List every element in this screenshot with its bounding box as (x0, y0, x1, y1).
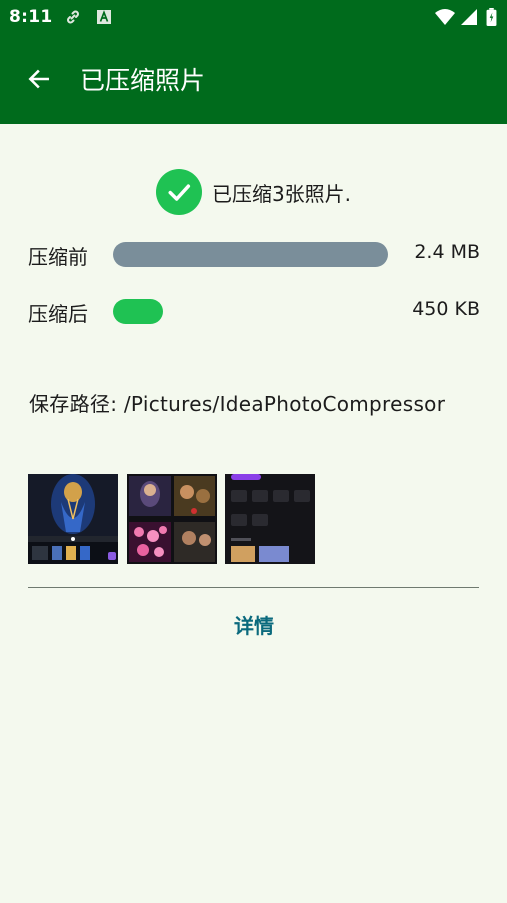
before-size-row: 压缩前 2.4 MB (28, 239, 480, 269)
app-bar: 已压缩照片 (0, 34, 507, 124)
details-button[interactable]: 详情 (203, 602, 305, 646)
after-size-value: 450 KB (412, 298, 480, 320)
check-circle-icon (155, 169, 202, 215)
after-label: 压缩后 (28, 302, 88, 326)
after-size-bar (113, 299, 163, 324)
arrow-left-icon (28, 69, 49, 89)
before-label: 压缩前 (28, 245, 88, 269)
after-size-row: 压缩后 450 KB (28, 296, 480, 326)
thumbnail-3[interactable] (225, 474, 315, 564)
back-button[interactable] (18, 58, 60, 100)
thumbnail-2[interactable] (127, 474, 217, 564)
signal-icon (461, 9, 477, 25)
compression-summary: 已压缩3张照片. (0, 168, 507, 216)
thumbnail-1[interactable] (28, 474, 118, 564)
main-content: 已压缩3张照片. 压缩前 2.4 MB 压缩后 450 KB 保存路径: /Pi… (0, 124, 507, 903)
a-box-icon (97, 10, 111, 24)
battery-icon (486, 8, 497, 26)
page-title: 已压缩照片 (80, 66, 206, 95)
save-path: 保存路径: /Pictures/IdeaPhotoCompressor (29, 392, 446, 416)
summary-message: 已压缩3张照片. (211, 181, 352, 206)
before-size-value: 2.4 MB (414, 241, 480, 263)
status-time: 8:11 (9, 7, 53, 27)
top-app-bar: 8:11 已压缩照片 (0, 0, 507, 124)
before-size-bar (113, 242, 388, 267)
status-bar: 8:11 (0, 0, 507, 34)
wifi-icon (435, 9, 455, 25)
divider (28, 587, 479, 588)
link-icon (67, 10, 79, 24)
